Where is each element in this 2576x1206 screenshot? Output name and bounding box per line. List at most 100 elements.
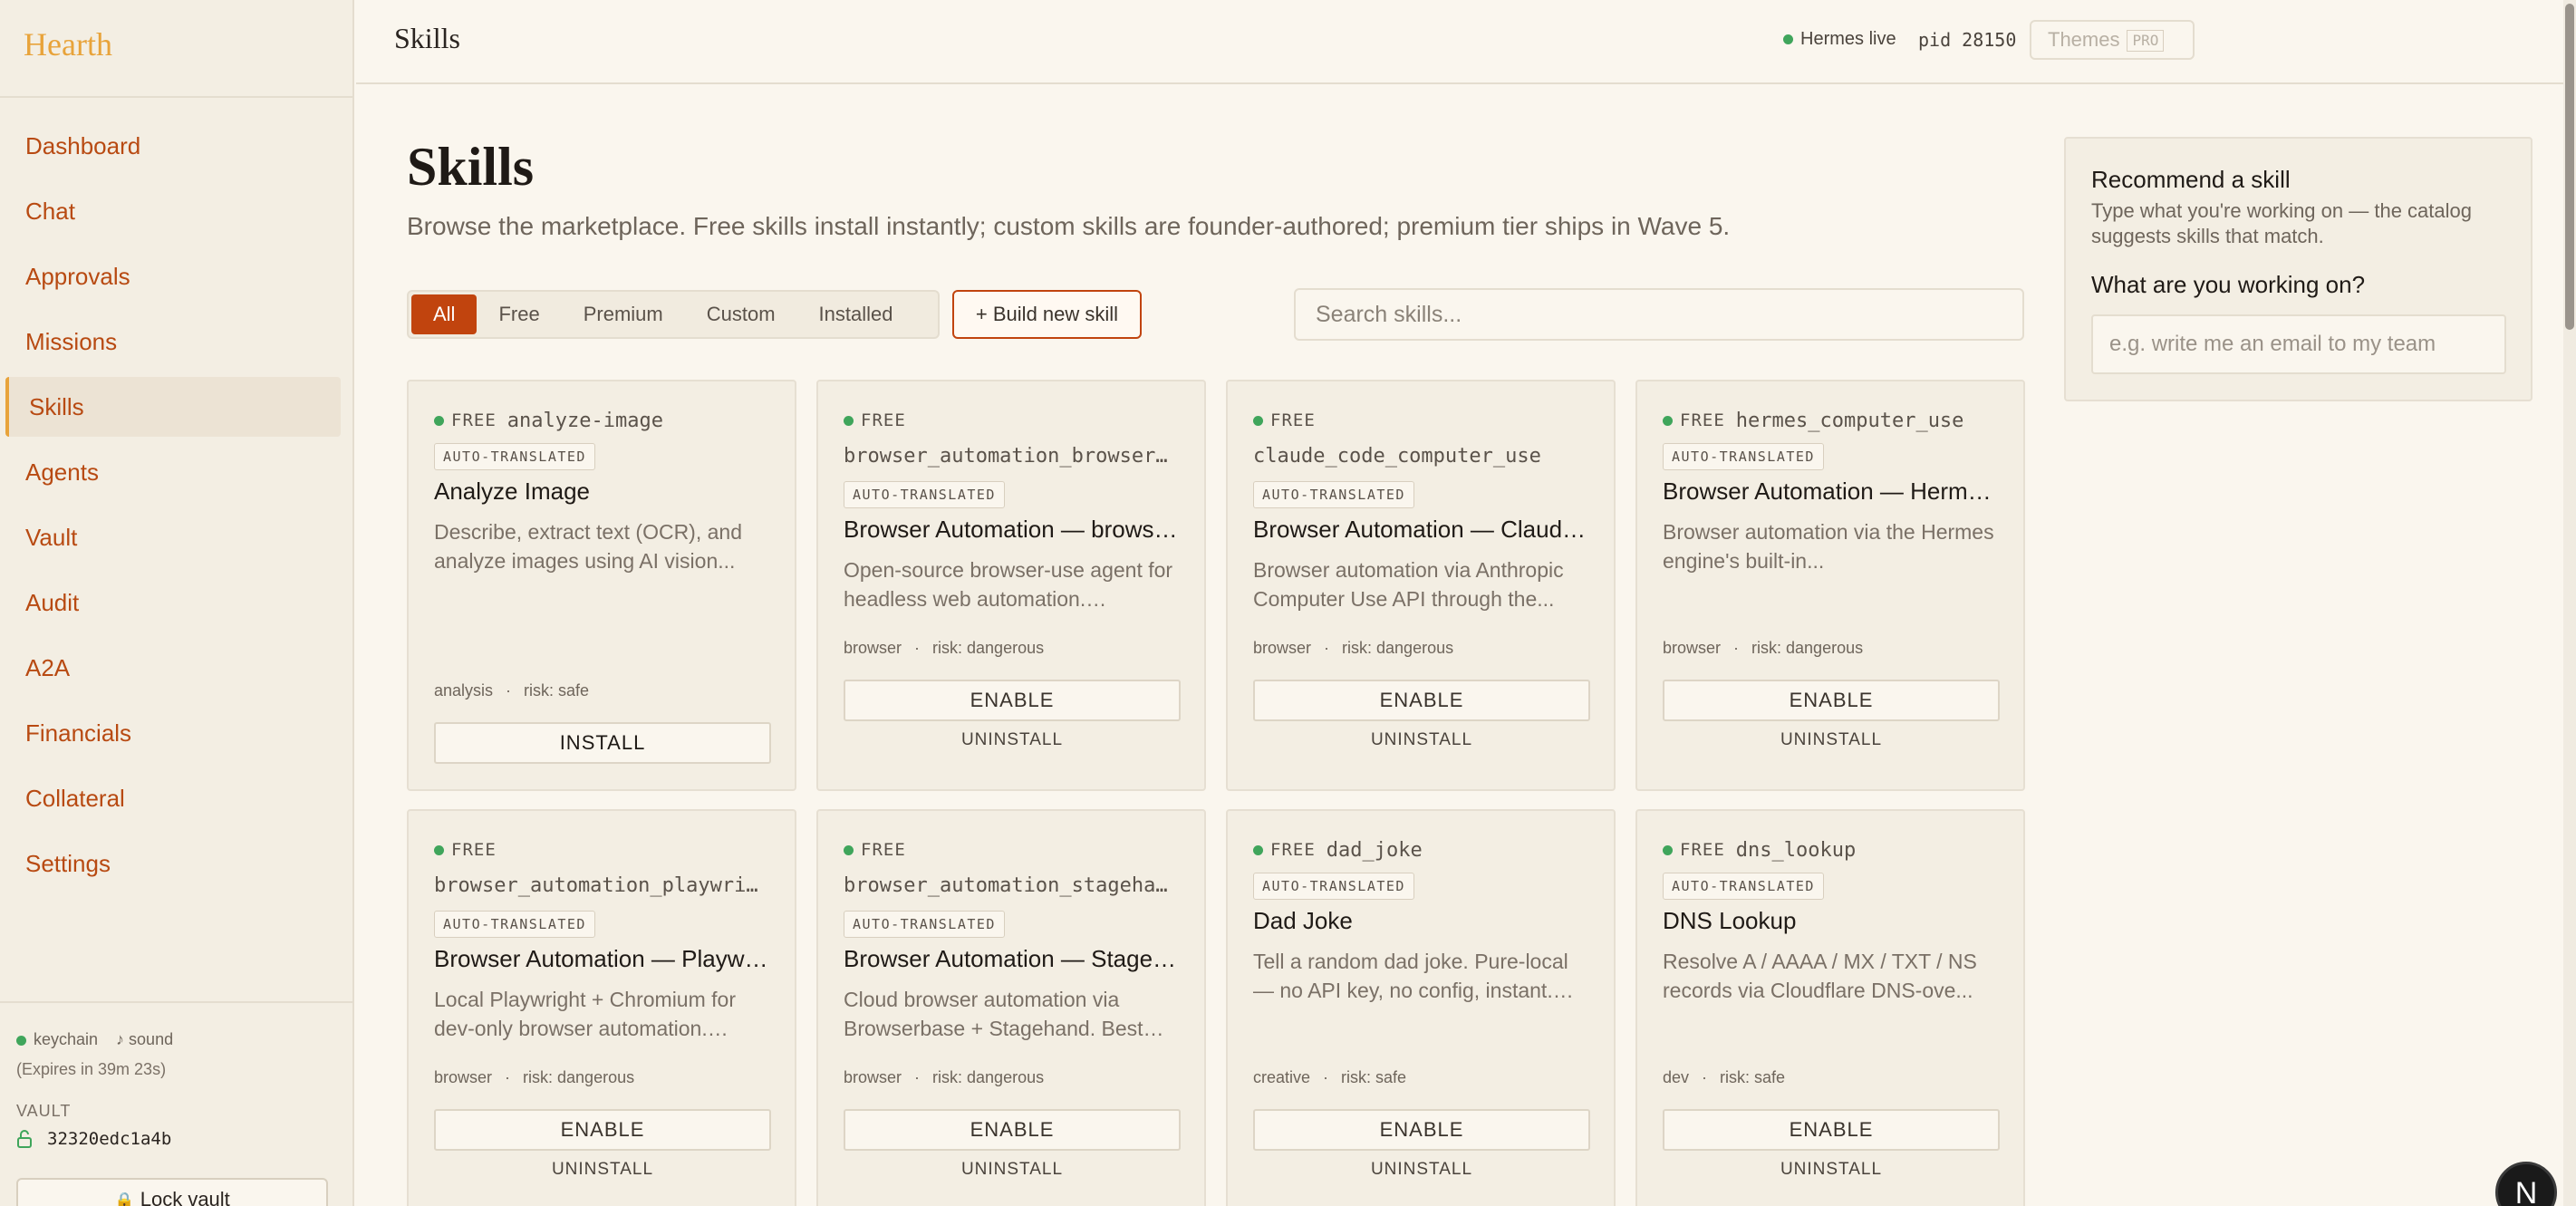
skill-category: browser — [1663, 639, 1722, 657]
skill-slug: dns_lookup — [1735, 838, 1857, 862]
skill-risk: risk: dangerous — [932, 639, 1045, 657]
skill-card[interactable]: FREE dad_joke AUTO-TRANSLATED Dad Joke Tell … — [1226, 809, 1616, 1206]
sidebar-item-settings[interactable]: Settings — [5, 834, 341, 893]
enable-button[interactable]: ENABLE — [1663, 1109, 2000, 1151]
skill-card[interactable]: FREE hermes_computer_use AUTO-TRANSLATED Br… — [1635, 380, 2025, 791]
sidebar: Hearth Dashboard Chat Approvals Missions Ski… — [0, 0, 354, 1206]
skill-tier: FREE — [451, 840, 497, 860]
skill-description: Browser automation via the Hermes engine… — [1663, 520, 1994, 573]
skill-slug: browser_automation_browser_… — [844, 445, 1179, 468]
skill-description: Describe, extract text (OCR), and analyz… — [434, 520, 742, 573]
sidebar-item-audit[interactable]: Audit — [5, 573, 341, 632]
skill-title: Browser Automation — Herm… — [1663, 478, 1992, 505]
sidebar-item-vault[interactable]: Vault — [5, 507, 341, 567]
skill-slug: dad_joke — [1326, 838, 1423, 862]
filter-tab-free[interactable]: Free — [477, 294, 561, 334]
sidebar-item-a2a[interactable]: A2A — [5, 638, 341, 698]
enable-button[interactable]: ENABLE — [844, 680, 1181, 721]
recommend-input[interactable] — [2091, 314, 2506, 374]
sidebar-item-chat[interactable]: Chat — [5, 181, 341, 241]
status-dot-icon — [844, 415, 854, 426]
enable-button[interactable]: ENABLE — [1253, 680, 1590, 721]
skill-meta: browser · risk: dangerous — [844, 1068, 1044, 1087]
meta-separator: · — [506, 681, 512, 699]
skill-description: Resolve A / AAAA / MX / TXT / NS records… — [1663, 950, 1977, 1002]
auto-translated-badge: AUTO-TRANSLATED — [844, 481, 1005, 508]
uninstall-button[interactable]: UNINSTALL — [844, 730, 1181, 750]
uninstall-button[interactable]: UNINSTALL — [844, 1160, 1181, 1180]
meta-separator: · — [1702, 1068, 1708, 1086]
enable-button[interactable]: ENABLE — [1663, 680, 2000, 721]
filter-tab-custom[interactable]: Custom — [685, 294, 797, 334]
skill-slug: browser_automation_playwrig… — [434, 874, 769, 897]
skill-risk: risk: safe — [1720, 1068, 1786, 1086]
skill-description: Local Playwright + Chromium for dev-only… — [434, 988, 736, 1040]
page-title: Skills — [407, 137, 535, 197]
status-dot-icon — [16, 1035, 26, 1046]
skill-card[interactable]: FREE browser_automation_stagehand AUTO-TRA… — [816, 809, 1206, 1206]
divider — [0, 1001, 354, 1003]
skill-slug: claude_code_computer_use — [1253, 445, 1541, 468]
uninstall-button[interactable]: UNINSTALL — [1253, 730, 1590, 750]
recommend-subtitle: Type what you're working on — the catalo… — [2091, 199, 2472, 247]
status-dot-icon — [1663, 415, 1673, 426]
skill-tier: FREE — [861, 410, 906, 430]
skill-title: Analyze Image — [434, 478, 590, 505]
skill-card[interactable]: FREE browser_automation_browser_… AUTO-TRA… — [816, 380, 1206, 791]
skill-meta: browser · risk: dangerous — [434, 1068, 634, 1087]
hermes-status: Hermes live — [1783, 29, 1896, 50]
skill-meta: dev · risk: safe — [1663, 1068, 1785, 1087]
skill-card[interactable]: FREE browser_automation_playwrig… AUTO-TRA… — [407, 809, 796, 1206]
skill-slug: browser_automation_stagehand — [844, 874, 1179, 897]
recommend-question: What are you working on? — [2091, 271, 2366, 298]
uninstall-button[interactable]: UNINSTALL — [1663, 1160, 2000, 1180]
sidebar-item-approvals[interactable]: Approvals — [5, 246, 341, 306]
sidebar-item-dashboard[interactable]: Dashboard — [5, 116, 341, 176]
skill-tier-row: FREE — [844, 409, 1179, 432]
keychain-label: keychain — [34, 1030, 99, 1048]
status-dot-icon — [1253, 415, 1263, 426]
sidebar-item-financials[interactable]: Financials — [5, 703, 341, 763]
lock-vault-label: Lock vault — [140, 1188, 230, 1206]
app-logo[interactable]: Hearth — [24, 25, 112, 63]
search-input[interactable] — [1294, 288, 2024, 341]
install-button[interactable]: INSTALL — [434, 722, 771, 764]
sidebar-item-skills[interactable]: Skills — [5, 377, 341, 437]
uninstall-button[interactable]: UNINSTALL — [1663, 730, 2000, 750]
skill-title: Browser Automation — Claud… — [1253, 516, 1587, 543]
skill-title: DNS Lookup — [1663, 907, 1797, 934]
unlock-icon — [17, 1130, 32, 1148]
vault-label: VAULT — [16, 1102, 72, 1120]
filter-tab-all[interactable]: All — [411, 294, 478, 334]
meta-separator: · — [1733, 639, 1740, 657]
scrollbar[interactable] — [2563, 0, 2576, 1206]
meta-separator: · — [1323, 1068, 1329, 1086]
enable-button[interactable]: ENABLE — [1253, 1109, 1590, 1151]
sidebar-item-missions[interactable]: Missions — [5, 312, 341, 371]
auto-translated-badge: AUTO-TRANSLATED — [434, 443, 595, 470]
filter-tab-installed[interactable]: Installed — [797, 294, 915, 334]
skill-card[interactable]: FREE claude_code_computer_use AUTO-TRANSLA… — [1226, 380, 1616, 791]
uninstall-button[interactable]: UNINSTALL — [434, 1160, 771, 1180]
sidebar-item-agents[interactable]: Agents — [5, 442, 341, 502]
next-dev-indicator[interactable]: N — [2495, 1162, 2557, 1206]
sidebar-item-collateral[interactable]: Collateral — [5, 768, 341, 828]
filter-tab-premium[interactable]: Premium — [562, 294, 685, 334]
build-new-skill-button[interactable]: + Build new skill — [952, 290, 1142, 339]
skill-card[interactable]: FREE analyze-image AUTO-TRANSLATED Analyze … — [407, 380, 796, 791]
sound-status[interactable]: ♪ sound — [116, 1030, 173, 1049]
skill-slug: hermes_computer_use — [1735, 409, 1964, 432]
enable-button[interactable]: ENABLE — [434, 1109, 771, 1151]
skill-description: Browser automation via Anthropic Compute… — [1253, 558, 1564, 611]
keychain-status: keychain — [16, 1030, 98, 1049]
skill-tier: FREE — [1680, 410, 1725, 430]
skill-tier-row: FREE analyze-image — [434, 409, 769, 432]
lock-vault-button[interactable]: 🔒 Lock vault — [16, 1178, 328, 1206]
themes-button[interactable]: Themes PRO — [2030, 20, 2195, 60]
scrollbar-thumb[interactable] — [2565, 4, 2574, 330]
skill-card[interactable]: FREE dns_lookup AUTO-TRANSLATED DNS Lookup R… — [1635, 809, 2025, 1206]
uninstall-button[interactable]: UNINSTALL — [1253, 1160, 1590, 1180]
top-bar: Skills — [356, 0, 2576, 84]
status-dot-icon — [434, 844, 444, 855]
enable-button[interactable]: ENABLE — [844, 1109, 1181, 1151]
